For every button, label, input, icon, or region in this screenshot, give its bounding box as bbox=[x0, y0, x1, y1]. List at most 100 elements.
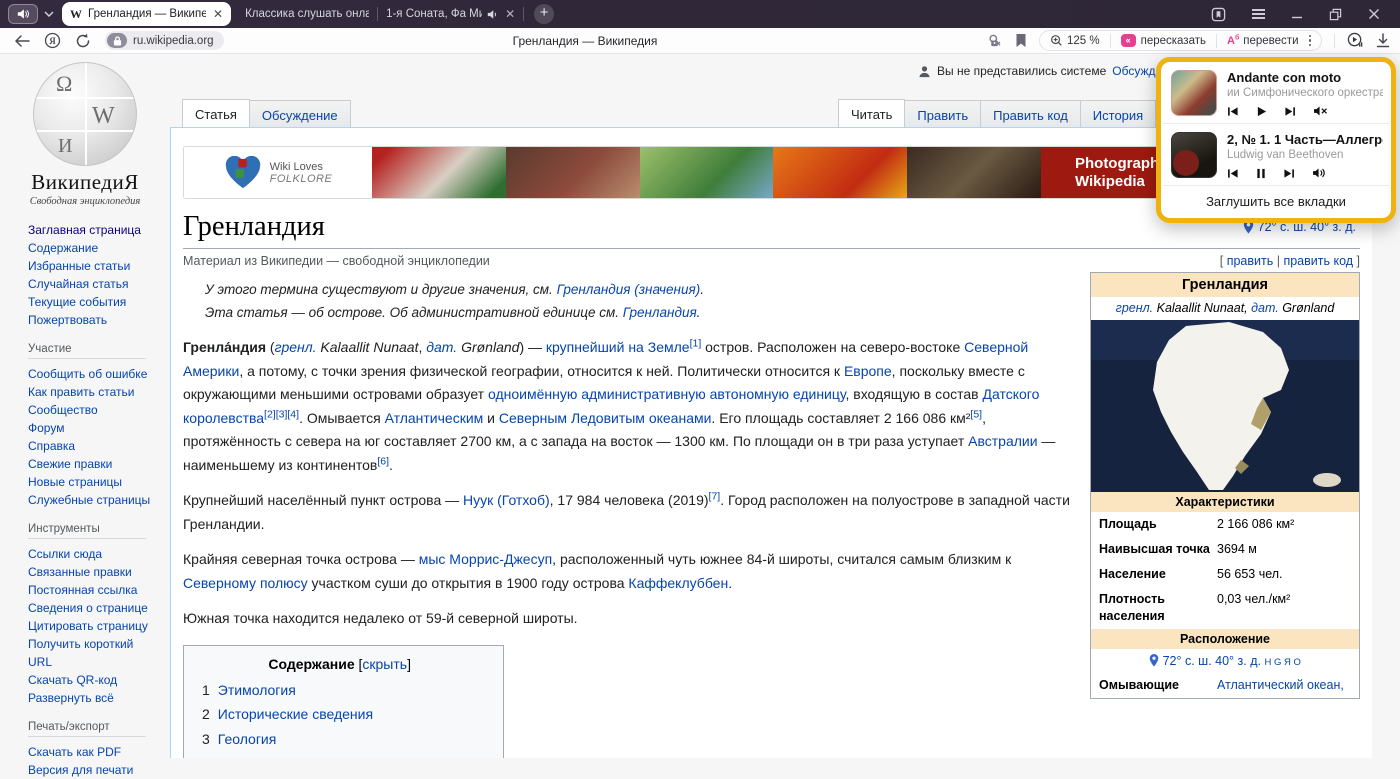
retell-label: пересказать bbox=[1141, 35, 1206, 47]
login-notice: Вы не представились системе bbox=[937, 64, 1106, 78]
previous-track-icon[interactable] bbox=[1227, 106, 1239, 117]
page-title-indicator: Гренландия — Википедия bbox=[513, 34, 658, 48]
retell-button[interactable]: « пересказать bbox=[1121, 34, 1206, 47]
svg-text:Я: Я bbox=[49, 36, 56, 46]
previous-track-icon[interactable] bbox=[1227, 168, 1239, 179]
sidebar-link[interactable]: Пожертвовать bbox=[28, 311, 162, 329]
infobox-row-label: Омывающие bbox=[1099, 677, 1217, 694]
tab-audio-icon[interactable] bbox=[487, 9, 498, 20]
sidebar-link[interactable]: Сведения о странице bbox=[28, 599, 156, 617]
sidebar-link[interactable]: Сообщить об ошибке bbox=[28, 365, 162, 383]
track-title: Andante con moto bbox=[1227, 70, 1383, 85]
sidebar-link[interactable]: Справка bbox=[28, 437, 162, 455]
restore-icon[interactable] bbox=[1329, 8, 1342, 21]
download-icon[interactable] bbox=[1376, 33, 1390, 48]
sidebar-link[interactable]: Свежие правки bbox=[28, 455, 162, 473]
sidebar-link[interactable]: Новые страницы bbox=[28, 473, 162, 491]
sidebar-link[interactable]: Текущие события bbox=[28, 293, 162, 311]
menu-icon[interactable] bbox=[1252, 6, 1265, 21]
yandex-home-button[interactable]: Я bbox=[44, 32, 61, 49]
infobox-row: Наивысшая точка 3694 м bbox=[1091, 537, 1359, 562]
side-panel-icon[interactable] bbox=[1211, 7, 1226, 22]
browser-tab-classics[interactable]: Классика слушать онлай bbox=[237, 3, 377, 25]
banner-logo-block: Wiki Loves FOLKLORE bbox=[184, 147, 372, 198]
pause-icon[interactable] bbox=[1256, 168, 1266, 179]
next-track-icon[interactable] bbox=[1283, 168, 1295, 179]
url-field[interactable]: ru.wikipedia.org bbox=[105, 31, 224, 50]
sidebar-link[interactable]: Скачать QR-код bbox=[28, 671, 156, 689]
edit-links[interactable]: [ править | править код ] bbox=[1220, 254, 1360, 268]
refresh-button[interactable] bbox=[75, 33, 91, 49]
browser-tab-wikipedia[interactable]: W Гренландия — Википе ✕ bbox=[62, 2, 231, 26]
sidebar-link[interactable]: Сообщество bbox=[28, 401, 162, 419]
tab-title: Гренландия — Википе bbox=[88, 8, 206, 20]
translate-button[interactable]: Aб перевести bbox=[1227, 35, 1299, 47]
play-icon[interactable] bbox=[1256, 106, 1267, 117]
mute-all-tabs-button[interactable]: Заглушить все вкладки bbox=[1161, 186, 1391, 218]
toc-item[interactable]: 3Геология bbox=[202, 727, 477, 752]
sidebar-link[interactable]: Служебные страницы bbox=[28, 491, 162, 509]
banner-photo bbox=[372, 147, 506, 198]
sidebar-link[interactable]: Форум bbox=[28, 419, 162, 437]
track-title: 2, № 1. 1 Часть—Аллегро (Re bbox=[1227, 132, 1383, 147]
infobox-coordinates[interactable]: 72° с. ш. 40° з. д. H G Я O bbox=[1091, 649, 1359, 673]
coord-service-links[interactable]: H G Я O bbox=[1264, 657, 1300, 668]
infobox-row-label: Площадь bbox=[1099, 516, 1217, 533]
toc-item[interactable]: 2Исторические сведения bbox=[202, 702, 477, 727]
sidebar-link[interactable]: Ссылки сюда bbox=[28, 545, 156, 563]
infobox-section-location: Расположение bbox=[1091, 629, 1359, 649]
back-button[interactable] bbox=[14, 34, 30, 48]
user-icon bbox=[918, 65, 931, 78]
greenland-satellite-map[interactable] bbox=[1091, 320, 1359, 492]
secure-lock-icon[interactable] bbox=[107, 33, 127, 48]
sidebar-group-tools: Инструменты Ссылки сюдаСвязанные правкиП… bbox=[0, 509, 170, 707]
tab-close-icon[interactable]: ✕ bbox=[213, 7, 223, 21]
sidebar-link[interactable]: Цитировать страницу bbox=[28, 617, 156, 635]
divider bbox=[1334, 34, 1335, 48]
global-tab-audio-button[interactable] bbox=[8, 4, 38, 24]
tab-title: Классика слушать онлай bbox=[245, 8, 369, 20]
sidebar-link[interactable]: Постоянная ссылка bbox=[28, 581, 156, 599]
wikipedia-logo[interactable]: Ω W И ВикипедиЯ Свободная энциклопедия bbox=[0, 54, 170, 207]
toc-item[interactable]: 4Оледенение и рельеф bbox=[202, 751, 477, 758]
next-track-icon[interactable] bbox=[1284, 106, 1296, 117]
tab-title: 1-я Соната, Фа Мин bbox=[386, 8, 482, 20]
toc-item[interactable]: 1Этимология bbox=[202, 678, 477, 703]
sidebar-link[interactable]: Получить короткий URL bbox=[28, 635, 156, 671]
chevron-down-icon[interactable] bbox=[44, 11, 54, 17]
album-art bbox=[1171, 132, 1217, 178]
bookmark-icon[interactable] bbox=[1015, 33, 1027, 48]
more-actions-icon[interactable] bbox=[1309, 35, 1312, 47]
zoom-control[interactable]: 125 % bbox=[1050, 34, 1100, 47]
address-bar: Я ru.wikipedia.org Гренландия — Википеди… bbox=[0, 28, 1400, 54]
sidebar-link[interactable]: Версия для печати bbox=[28, 761, 162, 779]
sidebar-link[interactable]: Случайная статья bbox=[28, 275, 162, 293]
close-window-icon[interactable] bbox=[1368, 8, 1380, 20]
speaker-on-icon[interactable] bbox=[1312, 167, 1327, 179]
sidebar-link[interactable]: Скачать как PDF bbox=[28, 743, 162, 761]
sidebar-link[interactable]: Содержание bbox=[28, 239, 162, 257]
minimize-icon[interactable] bbox=[1291, 8, 1303, 20]
sidebar-group-header: Печать/экспорт bbox=[28, 721, 146, 737]
toc-hide-toggle[interactable]: [скрыть] bbox=[359, 656, 411, 672]
wikipedia-tagline: Свободная энциклопедия bbox=[0, 196, 170, 207]
passwords-icon[interactable] bbox=[987, 33, 1003, 48]
sidebar-link[interactable]: Избранные статьи bbox=[28, 257, 162, 275]
audio-track-row[interactable]: Andante con moto ии Симфонического оркес… bbox=[1161, 62, 1391, 123]
sidebar-link[interactable]: Как править статьи bbox=[28, 383, 162, 401]
new-tab-button[interactable]: + bbox=[534, 4, 554, 24]
sidebar-group-print: Печать/экспорт Скачать как PDFВерсия для… bbox=[0, 707, 170, 779]
banner-photo bbox=[506, 147, 640, 198]
browser-tab-sonata[interactable]: 1-я Соната, Фа Мин ✕ bbox=[378, 3, 523, 25]
sidebar-group-participation: Участие Сообщить об ошибкеКак править ст… bbox=[0, 329, 170, 509]
audio-track-row[interactable]: 2, № 1. 1 Часть—Аллегро (Re Ludwig van B… bbox=[1161, 124, 1391, 185]
tab-close-icon[interactable]: ✕ bbox=[505, 7, 515, 21]
infobox-row-value[interactable]: Атлантический океан, bbox=[1217, 677, 1351, 694]
muted-speaker-icon[interactable] bbox=[1313, 105, 1328, 117]
sidebar-link[interactable]: Связанные правки bbox=[28, 563, 156, 581]
player-icon[interactable] bbox=[1347, 32, 1364, 49]
sidebar-link[interactable]: Развернуть всё bbox=[28, 689, 156, 707]
zoom-magnifier-icon bbox=[1050, 34, 1063, 47]
sidebar-link[interactable]: Заглавная страница bbox=[28, 221, 162, 239]
infobox-native-names: гренл. Kalaallit Nunaat, дат. Grønland bbox=[1091, 297, 1359, 320]
